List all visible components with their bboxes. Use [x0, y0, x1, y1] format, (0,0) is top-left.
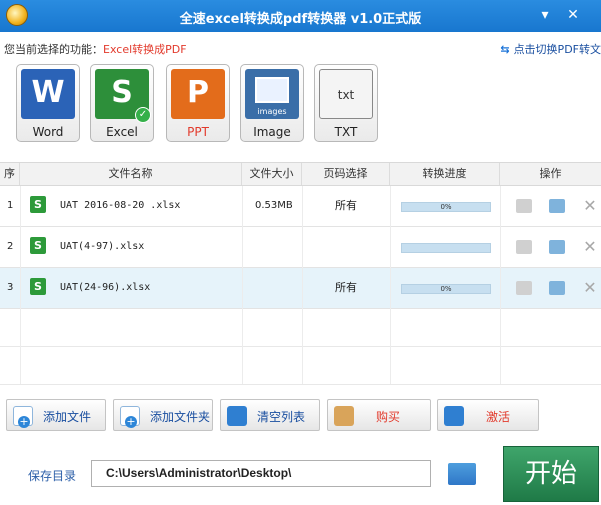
word-icon: W — [21, 69, 75, 119]
minimize-icon[interactable]: ▾ — [535, 5, 555, 25]
column-header-size: 文件大小 — [242, 163, 302, 185]
add-folder-button[interactable]: 添加文件夹 — [113, 399, 213, 431]
format-txt-button[interactable]: txt TXT — [314, 64, 378, 142]
row-index: 2 — [7, 241, 14, 252]
txt-icon: txt — [319, 69, 373, 119]
table-row[interactable]: 3 S UAT(24-96).xlsx 所有 0% ✕ — [0, 268, 601, 309]
file-size: 0.53MB — [255, 200, 293, 211]
clear-list-icon — [227, 406, 247, 426]
buy-button[interactable]: 购买 — [327, 399, 431, 431]
xlsx-file-icon: S — [30, 278, 46, 295]
delete-icon[interactable]: ✕ — [583, 280, 597, 296]
file-name: UAT(4-97).xlsx — [60, 241, 145, 252]
shopping-bag-icon — [334, 406, 354, 426]
add-file-button[interactable]: 添加文件 — [6, 399, 106, 431]
delete-icon[interactable]: ✕ — [583, 239, 597, 255]
delete-icon[interactable]: ✕ — [583, 198, 597, 214]
switch-arrows-icon: ⇆ — [500, 43, 510, 56]
file-name: UAT 2016-08-20 .xlsx — [60, 200, 181, 211]
current-function: 您当前选择的功能：Excel转换成PDF — [4, 41, 187, 57]
row-index: 1 — [7, 200, 14, 211]
format-label: Excel — [106, 125, 138, 139]
xlsx-file-icon: S — [30, 196, 46, 213]
switch-mode-link[interactable]: ⇆ 点击切换PDF转文 — [500, 41, 601, 57]
progress-bar — [401, 243, 491, 253]
ppt-icon: P — [171, 69, 225, 119]
save-directory-input[interactable]: C:\Users\Administrator\Desktop\ — [91, 460, 431, 487]
column-header-progress: 转换进度 — [390, 163, 500, 185]
empty-row — [0, 346, 601, 385]
current-function-value: Excel转换成PDF — [103, 43, 187, 56]
progress-bar: 0% — [401, 284, 491, 294]
column-header-index: 序 — [0, 163, 20, 185]
switch-mode-label: 点击切换PDF转文 — [513, 43, 601, 56]
table-row[interactable]: 1 S UAT 2016-08-20 .xlsx 0.53MB 所有 0% ✕ — [0, 186, 601, 227]
print-icon[interactable] — [516, 281, 532, 295]
page-selection[interactable]: 所有 — [335, 186, 357, 226]
activate-button[interactable]: 激活 — [437, 399, 539, 431]
file-table-header: 序 文件名称 文件大小 页码选择 转换进度 操作 — [0, 162, 601, 186]
table-row[interactable]: 2 S UAT(4-97).xlsx ✕ — [0, 227, 601, 268]
activate-icon — [444, 406, 464, 426]
window-title: 全速excel转换成pdf转换器 v1.0正式版 — [179, 12, 422, 27]
column-header-name: 文件名称 — [20, 163, 242, 185]
title-bar: 全速excel转换成pdf转换器 v1.0正式版 ▾ ✕ — [0, 0, 601, 32]
column-header-actions: 操作 — [539, 167, 562, 180]
progress-bar: 0% — [401, 202, 491, 212]
image-icon: images — [245, 69, 299, 119]
format-label: PPT — [187, 125, 209, 139]
print-icon[interactable] — [516, 240, 532, 254]
format-label: Word — [32, 125, 64, 139]
column-header-pages: 页码选择 — [302, 163, 390, 185]
format-word-button[interactable]: W Word — [16, 64, 80, 142]
format-image-button[interactable]: images Image — [240, 64, 304, 142]
browse-folder-icon[interactable] — [448, 463, 476, 485]
format-label: TXT — [334, 125, 358, 139]
print-icon[interactable] — [516, 199, 532, 213]
row-index: 3 — [7, 282, 14, 293]
page-selection[interactable]: 所有 — [335, 268, 357, 308]
add-file-icon — [13, 406, 33, 428]
file-name: UAT(24-96).xlsx — [60, 282, 151, 293]
current-function-label: 您当前选择的功能： — [4, 43, 103, 56]
format-ppt-button[interactable]: P PPT — [166, 64, 230, 142]
close-icon[interactable]: ✕ — [563, 5, 583, 25]
start-button[interactable]: 开始 — [503, 446, 599, 502]
clear-list-button[interactable]: 清空列表 — [220, 399, 320, 431]
selected-check-icon: ✓ — [135, 107, 151, 123]
xlsx-file-icon: S — [30, 237, 46, 254]
format-label: Image — [253, 125, 291, 139]
empty-row — [0, 309, 601, 347]
add-folder-icon — [120, 406, 140, 428]
format-excel-button[interactable]: S ✓ Excel — [90, 64, 154, 142]
open-folder-icon[interactable] — [549, 199, 565, 213]
open-folder-icon[interactable] — [549, 281, 565, 295]
open-folder-icon[interactable] — [549, 240, 565, 254]
save-directory-label: 保存目录 — [28, 469, 77, 483]
